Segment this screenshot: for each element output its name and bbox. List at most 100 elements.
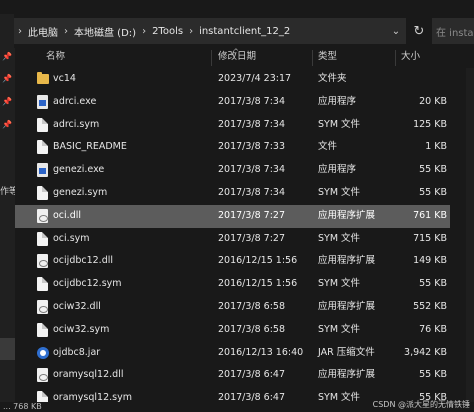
file-name: ojdbc8.jar bbox=[53, 346, 101, 358]
breadcrumb-instantclient[interactable]: instantclient_12_2 bbox=[197, 26, 292, 37]
file-row[interactable]: vc14 2023/7/4 23:17 文件夹 bbox=[15, 68, 450, 91]
file-type: SYM 文件 bbox=[318, 118, 361, 130]
file-name: ociw32.sym bbox=[53, 323, 110, 335]
file-row[interactable]: ociw32.sym 2017/3/8 6:58 SYM 文件 76 KB bbox=[15, 319, 450, 342]
file-icon bbox=[37, 322, 48, 337]
file-name: ocijdbc12.dll bbox=[53, 255, 114, 267]
file-name: genezi.exe bbox=[53, 164, 105, 176]
file-type: SYM 文件 bbox=[318, 186, 361, 198]
breadcrumb-drive-d[interactable]: 本地磁盘 (D:) bbox=[72, 24, 138, 39]
file-name: ociw32.dll bbox=[53, 300, 101, 312]
file-date: 2017/3/8 7:27 bbox=[218, 232, 286, 244]
file-type: JAR 压缩文件 bbox=[318, 346, 375, 358]
column-divider[interactable] bbox=[211, 50, 212, 66]
file-date: 2017/3/8 6:58 bbox=[218, 323, 286, 335]
exe-icon bbox=[37, 163, 48, 178]
file-size: 3,942 KB bbox=[404, 346, 447, 358]
file-row[interactable]: BASIC_README 2017/3/8 7:33 文件 1 KB bbox=[15, 136, 450, 159]
file-date: 2016/12/13 16:40 bbox=[218, 346, 304, 358]
file-name: genezi.sym bbox=[53, 186, 108, 198]
file-size: 125 KB bbox=[413, 118, 447, 130]
file-type: SYM 文件 bbox=[318, 278, 361, 290]
file-type: 文件 bbox=[318, 141, 338, 153]
file-row[interactable]: oci.sym 2017/3/8 7:27 SYM 文件 715 KB bbox=[15, 228, 450, 251]
file-date: 2017/3/8 7:34 bbox=[218, 164, 286, 176]
column-type[interactable]: 类型 bbox=[318, 48, 337, 68]
file-name: oramysql12.dll bbox=[53, 369, 124, 381]
file-name: vc14 bbox=[53, 73, 76, 84]
file-row[interactable]: adrci.exe 2017/3/8 7:34 应用程序 20 KB bbox=[15, 91, 450, 114]
scrollbar[interactable] bbox=[466, 68, 474, 412]
refresh-icon[interactable]: ↻ bbox=[408, 18, 430, 44]
file-date: 2017/3/8 6:58 bbox=[218, 300, 286, 312]
dll-icon bbox=[37, 299, 48, 314]
dll-icon bbox=[37, 208, 48, 223]
file-row[interactable]: genezi.exe 2017/3/8 7:34 应用程序 55 KB bbox=[15, 159, 450, 182]
file-type: 文件夹 bbox=[318, 73, 347, 84]
file-type: 应用程序扩展 bbox=[318, 300, 376, 312]
file-size bbox=[375, 68, 447, 91]
dll-icon bbox=[37, 254, 48, 269]
column-size[interactable]: 大小 bbox=[401, 48, 420, 68]
file-size: 20 KB bbox=[419, 95, 447, 107]
file-icon bbox=[37, 185, 48, 200]
chevron-down-icon[interactable]: ⌄ bbox=[386, 18, 406, 44]
column-date[interactable]: 修改日期 bbox=[218, 48, 256, 68]
file-row[interactable]: adrci.sym 2017/3/8 7:34 SYM 文件 125 KB bbox=[15, 114, 450, 137]
file-date: 2016/12/15 1:56 bbox=[218, 278, 298, 290]
pin-icon[interactable]: 📌 bbox=[2, 120, 12, 129]
file-name: ocijdbc12.sym bbox=[53, 278, 122, 290]
file-date: 2017/3/8 7:34 bbox=[218, 186, 286, 198]
chevron-right-icon[interactable]: › bbox=[60, 26, 72, 37]
status-text: ... 768 KB bbox=[3, 402, 42, 411]
file-row[interactable]: oci.dll 2017/3/8 7:27 应用程序扩展 761 KB bbox=[15, 204, 450, 228]
column-name[interactable]: 名称 bbox=[46, 48, 65, 68]
file-date: 2017/3/8 7:27 bbox=[218, 209, 286, 221]
file-icon bbox=[37, 231, 48, 246]
file-icon bbox=[37, 117, 48, 132]
file-type: 应用程序扩展 bbox=[318, 255, 376, 267]
file-date: 2023/7/4 23:17 bbox=[218, 73, 292, 84]
file-row[interactable]: ojdbc8.jar 2016/12/13 16:40 JAR 压缩文件 3,942 … bbox=[15, 342, 450, 365]
breadcrumb[interactable]: › 此电脑 › 本地磁盘 (D:) › 2Tools › instantclie… bbox=[14, 18, 406, 44]
file-size: 761 KB bbox=[413, 209, 447, 221]
navigation-pane[interactable]: 📌 📌 📌 📌 作等 bbox=[0, 48, 15, 412]
file-type: SYM 文件 bbox=[318, 323, 361, 335]
nav-pane-strip bbox=[0, 14, 14, 48]
chevron-right-icon[interactable]: › bbox=[185, 26, 197, 37]
nav-item-selected[interactable] bbox=[0, 338, 15, 360]
file-name: adrci.sym bbox=[53, 118, 100, 130]
pin-icon[interactable]: 📌 bbox=[2, 97, 12, 106]
file-type: 应用程序扩展 bbox=[318, 209, 376, 221]
file-size: 55 KB bbox=[419, 164, 447, 176]
file-size: 149 KB bbox=[413, 255, 447, 267]
dll-icon bbox=[37, 368, 48, 383]
file-row[interactable]: ocijdbc12.dll 2016/12/15 1:56 应用程序扩展 149 KB bbox=[15, 250, 450, 273]
file-name: oci.sym bbox=[53, 232, 90, 244]
file-row[interactable]: oramysql12.dll 2017/3/8 6:47 应用程序扩展 55 KB bbox=[15, 364, 450, 387]
column-divider[interactable] bbox=[395, 50, 396, 66]
file-name: BASIC_README bbox=[53, 141, 127, 153]
breadcrumb-2tools[interactable]: 2Tools bbox=[150, 26, 185, 37]
file-row[interactable]: ocijdbc12.sym 2016/12/15 1:56 SYM 文件 55 KB bbox=[15, 273, 450, 296]
pin-icon[interactable]: 📌 bbox=[2, 74, 12, 83]
column-header: ^ 名称 修改日期 类型 大小 bbox=[15, 48, 450, 68]
file-date: 2017/3/8 7:34 bbox=[218, 118, 286, 130]
chevron-right-icon[interactable]: › bbox=[138, 26, 150, 37]
breadcrumb-this-pc[interactable]: 此电脑 bbox=[26, 24, 60, 39]
column-divider[interactable] bbox=[312, 50, 313, 66]
file-row[interactable]: ociw32.dll 2017/3/8 6:58 应用程序扩展 552 KB bbox=[15, 296, 450, 319]
file-name: adrci.exe bbox=[53, 95, 97, 107]
file-type: 应用程序 bbox=[318, 95, 357, 107]
file-size: 1 KB bbox=[425, 141, 447, 153]
file-size: 55 KB bbox=[419, 369, 447, 381]
pin-icon[interactable]: 📌 bbox=[2, 52, 12, 61]
file-row[interactable]: genezi.sym 2017/3/8 7:34 SYM 文件 55 KB bbox=[15, 182, 450, 205]
address-bar: › 此电脑 › 本地磁盘 (D:) › 2Tools › instantclie… bbox=[0, 14, 474, 48]
file-size: 55 KB bbox=[419, 278, 447, 290]
search-input[interactable]: 在 instantc bbox=[432, 18, 474, 44]
file-date: 2017/3/8 7:34 bbox=[218, 95, 286, 107]
chevron-right-icon[interactable]: › bbox=[14, 26, 26, 37]
nav-item-partial[interactable]: 作等 bbox=[0, 184, 15, 197]
file-date: 2017/3/8 6:47 bbox=[218, 369, 286, 381]
